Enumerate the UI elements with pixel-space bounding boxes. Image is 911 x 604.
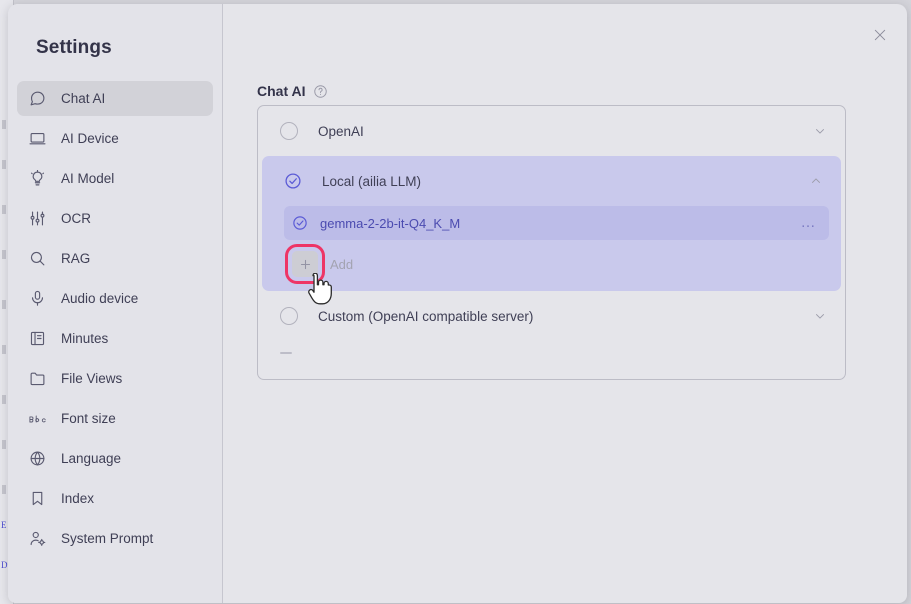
radio-unchecked-icon[interactable] [280,122,298,140]
provider-row-custom[interactable]: Custom (OpenAI compatible server) [258,291,845,341]
sidebar-nav: Chat AI AI Device AI Model OCR [8,81,222,556]
background-tick [2,395,6,404]
sidebar-item-ai-device[interactable]: AI Device [17,121,213,156]
chat-ai-provider-panel: OpenAI Local (ailia LLM) [257,105,846,380]
sidebar-item-label: Minutes [61,331,108,346]
sidebar-item-label: Index [61,491,94,506]
add-model-row[interactable]: Add [284,247,829,281]
model-row-gemma[interactable]: gemma-2-2b-it-Q4_K_M … [284,206,829,240]
lightbulb-icon [29,170,51,188]
sidebar-item-ocr[interactable]: OCR [17,201,213,236]
settings-dialog: Settings Chat AI AI Device AI Model [8,4,907,603]
background-tick [2,300,6,309]
chat-bubble-icon [29,90,51,108]
add-model-button-wrapper [292,251,318,277]
chevron-up-icon[interactable] [809,174,823,188]
background-tick [2,160,6,169]
sliders-icon [29,210,51,228]
radio-checked-icon[interactable] [284,172,302,190]
background-tick [2,205,6,214]
settings-content: Chat AI OpenAI Local (ailia L [224,4,907,603]
settings-sidebar: Settings Chat AI AI Device AI Model [8,4,223,603]
sidebar-item-label: Language [61,451,121,466]
globe-icon [29,450,51,468]
sidebar-item-language[interactable]: Language [17,441,213,476]
sidebar-item-chat-ai[interactable]: Chat AI [17,81,213,116]
book-icon [29,330,51,348]
provider-label: Custom (OpenAI compatible server) [318,309,813,324]
abc-icon [29,410,51,428]
bookmark-icon [29,490,51,508]
provider-group-local: Local (ailia LLM) gemma-2-2b-it-Q4_K_M … [262,156,841,291]
model-label: gemma-2-2b-it-Q4_K_M [320,216,801,231]
sidebar-item-audio-device[interactable]: Audio device [17,281,213,316]
add-model-label: Add [330,257,353,272]
background-tick [2,120,6,129]
microphone-icon [29,290,51,308]
chevron-down-icon[interactable] [813,309,827,323]
partial-row-marker [280,352,292,354]
background-tick [2,250,6,259]
page-title: Settings [36,37,222,59]
sidebar-item-label: AI Model [61,171,114,186]
search-icon [29,250,51,268]
radio-unchecked-icon[interactable] [280,307,298,325]
laptop-icon [29,130,51,148]
chevron-down-icon[interactable] [813,124,827,138]
sidebar-item-label: AI Device [61,131,119,146]
background-tick [2,345,6,354]
sidebar-item-label: Font size [61,411,116,426]
background-tick [2,440,6,449]
sidebar-item-label: System Prompt [61,531,153,546]
sidebar-item-ai-model[interactable]: AI Model [17,161,213,196]
provider-label: Local (ailia LLM) [322,174,809,189]
plus-icon[interactable] [292,251,318,277]
section-header: Chat AI [257,83,328,99]
sidebar-item-label: Chat AI [61,91,105,106]
sidebar-item-rag[interactable]: RAG [17,241,213,276]
user-gear-icon [29,530,51,548]
sidebar-item-label: File Views [61,371,122,386]
folder-icon [29,370,51,388]
background-tick [2,485,6,494]
sidebar-item-minutes[interactable]: Minutes [17,321,213,356]
partial-cutoff-row [258,341,845,365]
close-icon[interactable] [869,24,891,46]
sidebar-item-index[interactable]: Index [17,481,213,516]
section-title: Chat AI [257,83,305,99]
sidebar-item-label: Audio device [61,291,138,306]
sidebar-item-file-views[interactable]: File Views [17,361,213,396]
more-options-icon[interactable]: … [801,218,818,228]
question-circle-icon[interactable] [313,84,328,99]
radio-checked-icon[interactable] [292,215,308,231]
sidebar-item-label: RAG [61,251,90,266]
provider-label: OpenAI [318,124,813,139]
provider-row-local[interactable]: Local (ailia LLM) [262,156,841,206]
provider-row-openai[interactable]: OpenAI [258,106,845,156]
sidebar-item-system-prompt[interactable]: System Prompt [17,521,213,556]
sidebar-item-font-size[interactable]: Font size [17,401,213,436]
sidebar-item-label: OCR [61,211,91,226]
